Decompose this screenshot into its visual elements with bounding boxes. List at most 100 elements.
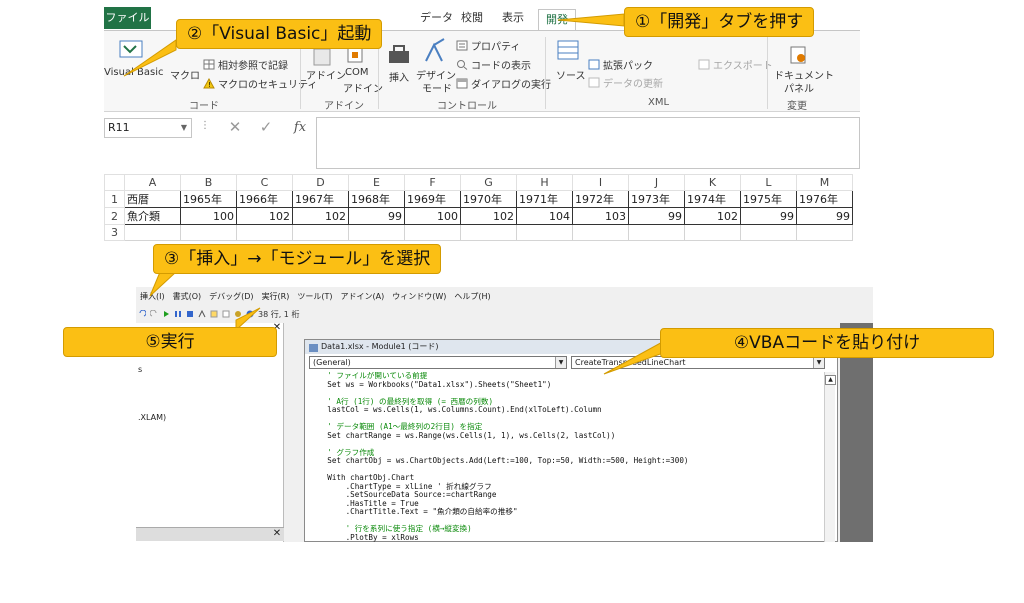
cell[interactable]: 102 — [684, 207, 741, 225]
menu-help[interactable]: ヘルプ(H) — [454, 291, 490, 305]
view-code-button[interactable]: コードの表示 — [456, 57, 531, 72]
run-icon[interactable] — [162, 310, 170, 318]
stop-icon[interactable] — [186, 310, 194, 318]
cell[interactable] — [740, 224, 797, 241]
cell[interactable]: 100 — [404, 207, 461, 225]
code-line[interactable]: Set chartObj = ws.ChartObjects.Add(Left:… — [309, 456, 819, 466]
column-header[interactable]: E — [348, 174, 405, 191]
cell[interactable]: 1972年 — [572, 190, 629, 208]
com-addin-button[interactable]: COM — [345, 67, 368, 78]
cell[interactable]: 99 — [796, 207, 853, 225]
cell[interactable] — [516, 224, 573, 241]
menu-debug[interactable]: デバッグ(D) — [209, 291, 253, 305]
column-header[interactable]: G — [460, 174, 517, 191]
menu-addins[interactable]: アドイン(A) — [341, 291, 385, 305]
column-header[interactable]: C — [236, 174, 293, 191]
relative-ref-button[interactable]: 相対参照で記録 — [203, 57, 288, 72]
cell[interactable]: 100 — [180, 207, 237, 225]
object-dropdown[interactable]: (General) ▼ — [309, 356, 567, 369]
project-item[interactable]: .XLAM) — [138, 413, 166, 422]
tab-view[interactable]: 表示 — [502, 7, 524, 29]
cell[interactable]: 1974年 — [684, 190, 741, 208]
source-button[interactable]: ソース — [556, 67, 586, 82]
undo-icon[interactable] — [138, 309, 147, 318]
enter-button[interactable]: ✓ — [253, 118, 279, 138]
row-header[interactable]: 2 — [104, 207, 125, 225]
cell[interactable]: 1976年 — [796, 190, 853, 208]
code-line[interactable] — [309, 440, 819, 449]
tab-data[interactable]: データ — [420, 7, 453, 29]
vertical-scrollbar[interactable]: ▲ — [824, 372, 836, 542]
addin-button[interactable]: アドイン — [306, 67, 346, 82]
project-item[interactable]: s — [138, 365, 142, 374]
redo-icon[interactable] — [149, 309, 158, 318]
column-header[interactable]: J — [628, 174, 685, 191]
formula-bar-grip[interactable]: ⋮ — [200, 120, 210, 131]
tab-file[interactable]: ファイル — [104, 7, 151, 29]
pause-icon[interactable] — [174, 310, 182, 318]
refresh-data-button[interactable]: データの更新 — [588, 75, 663, 90]
menu-window[interactable]: ウィンドウ(W) — [392, 291, 446, 305]
cell[interactable]: 99 — [348, 207, 405, 225]
cell[interactable] — [572, 224, 629, 241]
close-icon[interactable]: ✕ — [272, 529, 282, 539]
column-header[interactable]: K — [684, 174, 741, 191]
insert-button[interactable]: 挿入 — [389, 69, 409, 84]
code-editor[interactable]: ' ファイルが開いている前提 Set ws = Workbooks("Data1… — [309, 372, 819, 542]
column-header[interactable]: A — [124, 174, 181, 191]
run-dialog-button[interactable]: ダイアログの実行 — [456, 76, 551, 91]
cell[interactable]: 1965年 — [180, 190, 237, 208]
cell[interactable]: 1968年 — [348, 190, 405, 208]
row-header[interactable]: 1 — [104, 190, 125, 208]
cell[interactable]: 1967年 — [292, 190, 349, 208]
column-header[interactable]: L — [740, 174, 797, 191]
cell[interactable] — [460, 224, 517, 241]
name-box[interactable]: R11 ▼ — [104, 118, 192, 138]
column-header[interactable]: I — [572, 174, 629, 191]
menu-run[interactable]: 実行(R) — [262, 291, 290, 305]
properties-button[interactable]: プロパティ — [456, 38, 520, 53]
select-all-corner[interactable] — [104, 174, 125, 191]
cell[interactable]: 魚介類 — [124, 207, 181, 225]
cell[interactable] — [684, 224, 741, 241]
cell[interactable]: 102 — [236, 207, 293, 225]
row-header[interactable]: 3 — [104, 224, 125, 241]
cell[interactable]: 104 — [516, 207, 573, 225]
export-button[interactable]: エクスポート — [698, 57, 773, 72]
formula-input[interactable] — [316, 117, 860, 169]
cell[interactable]: 1971年 — [516, 190, 573, 208]
code-line[interactable]: Set chartRange = ws.Range(ws.Cells(1, 1)… — [309, 431, 819, 441]
chevron-down-icon[interactable]: ▼ — [555, 357, 566, 368]
design-mode-icon[interactable] — [198, 309, 206, 318]
cell[interactable] — [404, 224, 461, 241]
chevron-down-icon[interactable]: ▼ — [181, 119, 187, 137]
code-line[interactable]: .ChartTitle.Text = "魚介類の自給率の推移" — [309, 507, 819, 517]
cancel-button[interactable]: ✕ — [222, 118, 248, 138]
scroll-up-icon[interactable]: ▲ — [825, 375, 836, 385]
cell[interactable]: 西暦 — [124, 190, 181, 208]
column-header[interactable]: F — [404, 174, 461, 191]
column-header[interactable]: D — [292, 174, 349, 191]
cell[interactable]: 1973年 — [628, 190, 685, 208]
code-line[interactable]: lastCol = ws.Cells(1, ws.Columns.Count).… — [309, 405, 819, 415]
column-header[interactable]: M — [796, 174, 853, 191]
cell[interactable]: 102 — [460, 207, 517, 225]
cell[interactable] — [124, 224, 181, 241]
cell[interactable] — [628, 224, 685, 241]
cell[interactable]: 1975年 — [740, 190, 797, 208]
cell[interactable]: 99 — [740, 207, 797, 225]
cell[interactable]: 1970年 — [460, 190, 517, 208]
cell[interactable] — [348, 224, 405, 241]
insert-function-button[interactable]: fx — [286, 118, 314, 138]
properties-window-icon[interactable] — [222, 310, 230, 318]
chevron-down-icon[interactable]: ▼ — [813, 357, 824, 368]
expansion-pack-button[interactable]: 拡張パック — [588, 57, 653, 72]
cell[interactable]: 103 — [572, 207, 629, 225]
menu-tools[interactable]: ツール(T) — [297, 291, 332, 305]
cell[interactable] — [236, 224, 293, 241]
cell[interactable]: 99 — [628, 207, 685, 225]
cell[interactable]: 1969年 — [404, 190, 461, 208]
project-explorer-icon[interactable] — [210, 310, 218, 318]
cell[interactable] — [292, 224, 349, 241]
column-header[interactable]: B — [180, 174, 237, 191]
